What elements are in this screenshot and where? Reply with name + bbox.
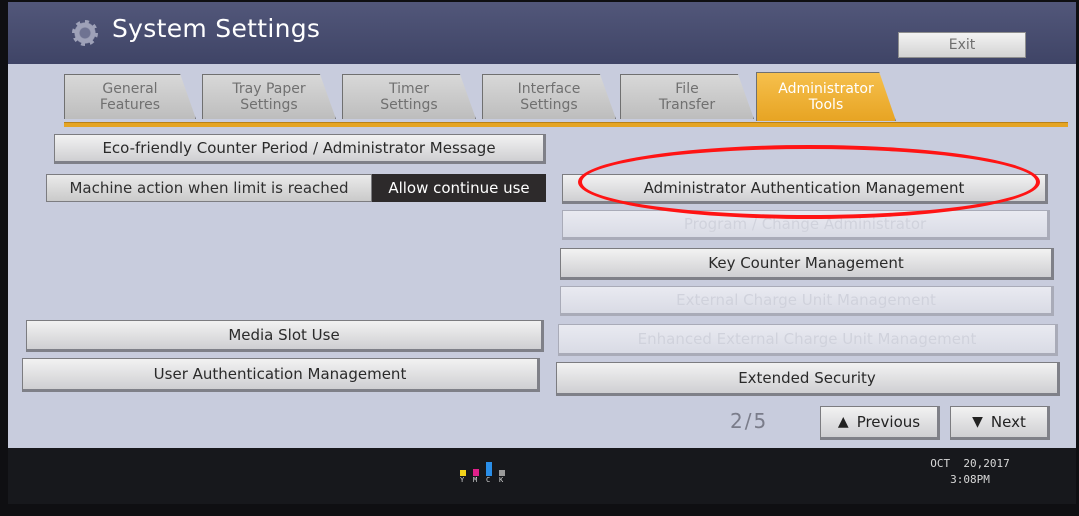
next-label: Next	[990, 413, 1026, 431]
tab-file-transfer[interactable]: File Transfer	[620, 74, 754, 119]
tab-timer-settings[interactable]: Timer Settings	[342, 74, 476, 119]
tab-interface-settings[interactable]: Interface Settings	[482, 74, 616, 119]
enhanced-external-charge-unit-management-button: Enhanced External Charge Unit Management	[558, 324, 1058, 356]
page-title: System Settings	[112, 14, 321, 43]
status-bar: Y M C K OCT 20,2017 3:08PM	[8, 448, 1076, 504]
next-button[interactable]: ▼ Next	[950, 406, 1050, 440]
exit-button[interactable]: Exit	[898, 32, 1026, 58]
tab-administrator-tools[interactable]: Administrator Tools	[756, 72, 896, 121]
triangle-down-icon: ▼	[972, 414, 983, 430]
program-change-administrator-button: Program / Change Administrator	[562, 210, 1050, 240]
external-charge-unit-management-button: External Charge Unit Management	[560, 286, 1054, 316]
administrator-authentication-management-button[interactable]: Administrator Authentication Management	[562, 174, 1048, 204]
eco-friendly-counter-button[interactable]: Eco-friendly Counter Period / Administra…	[54, 134, 546, 164]
page-indicator: 2/5	[730, 409, 769, 433]
tab-underline	[64, 122, 1068, 127]
limit-action-value[interactable]: Allow continue use	[372, 174, 546, 202]
time-text: 3:08PM	[950, 473, 990, 486]
toner-level-icon: Y M C K	[458, 458, 518, 484]
gear-icon	[72, 20, 98, 46]
tab-general-features[interactable]: General Features	[64, 74, 196, 119]
triangle-up-icon: ▲	[837, 414, 849, 430]
key-counter-management-button[interactable]: Key Counter Management	[560, 248, 1054, 280]
printer-panel-screen: System Settings Exit General Features Tr…	[8, 2, 1076, 504]
tab-tray-paper-settings[interactable]: Tray Paper Settings	[202, 74, 336, 119]
limit-action-label: Machine action when limit is reached	[46, 174, 372, 202]
toner-label-y: Y	[460, 476, 465, 484]
user-authentication-management-button[interactable]: User Authentication Management	[22, 358, 540, 392]
media-slot-use-button[interactable]: Media Slot Use	[26, 320, 544, 352]
date-text: OCT 20,2017	[930, 457, 1010, 470]
toner-label-c: C	[486, 476, 491, 484]
extended-security-button[interactable]: Extended Security	[556, 362, 1060, 396]
previous-label: Previous	[856, 413, 921, 431]
toner-label-m: M	[473, 476, 478, 484]
previous-button[interactable]: ▲ Previous	[820, 406, 940, 440]
settings-panel: General Features Tray Paper Settings Tim…	[8, 64, 1076, 448]
toner-label-k: K	[499, 476, 504, 484]
date-time-display: OCT 20,2017 3:08PM	[910, 456, 1030, 488]
title-bar: System Settings Exit	[8, 2, 1076, 64]
